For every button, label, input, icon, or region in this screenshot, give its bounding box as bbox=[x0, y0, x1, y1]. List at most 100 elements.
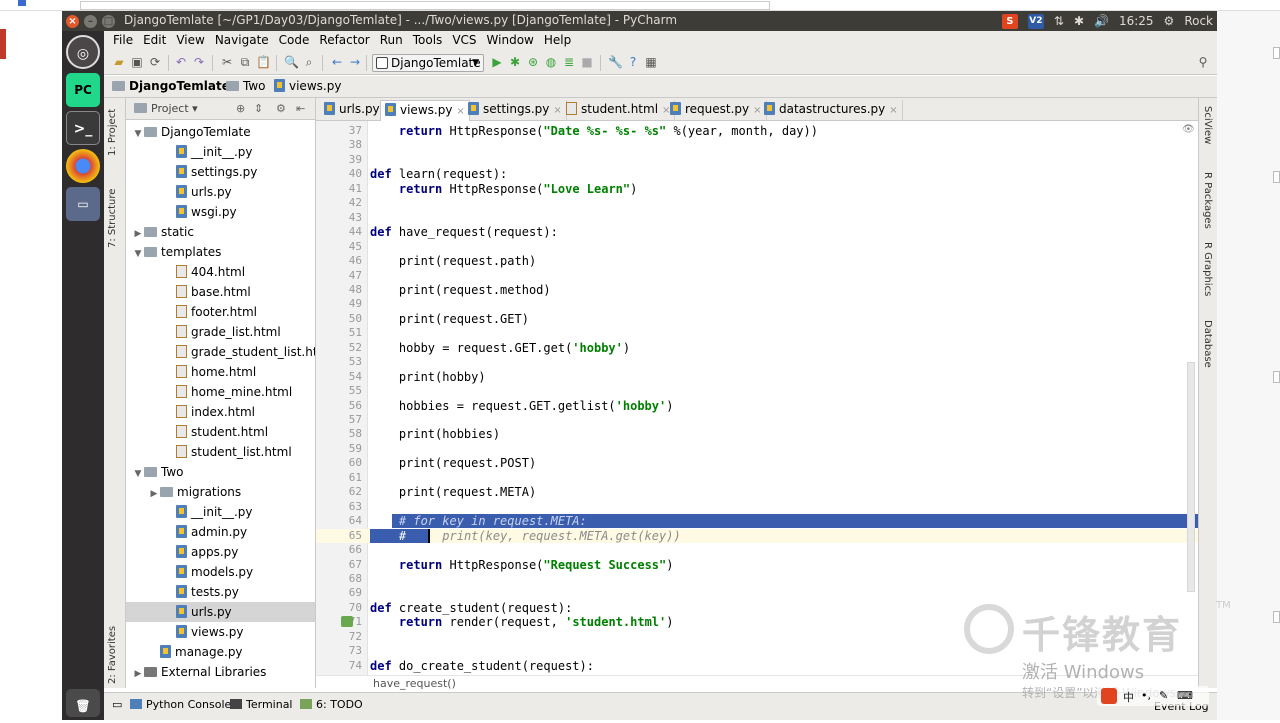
chevron-down-icon[interactable]: ▼ bbox=[132, 244, 144, 264]
vpn-icon[interactable]: V2 bbox=[1027, 13, 1044, 29]
close-window-button[interactable]: × bbox=[66, 15, 79, 28]
settings-wrench-icon[interactable]: 🔧 bbox=[608, 55, 623, 69]
search-everywhere-icon[interactable]: ⚲ bbox=[1196, 55, 1210, 69]
ime-punct-icon[interactable]: •, bbox=[1141, 689, 1151, 702]
code-line[interactable]: return HttpResponse("Request Success") bbox=[370, 558, 674, 572]
ime-mode-icon[interactable]: 中 bbox=[1123, 689, 1134, 705]
chevron-right-icon[interactable]: ▶ bbox=[132, 664, 144, 684]
chevron-right-icon[interactable]: ▶ bbox=[132, 224, 144, 244]
tree-item[interactable]: home_mine.html bbox=[126, 382, 315, 402]
ime-s-icon[interactable]: S bbox=[1001, 13, 1018, 29]
files-icon[interactable]: ▭ bbox=[66, 187, 100, 221]
tree-item[interactable]: __init__.py bbox=[126, 502, 315, 522]
tree-item[interactable]: manage.py bbox=[126, 642, 315, 662]
tree-item[interactable]: ▶ migrations bbox=[126, 482, 315, 504]
menu-edit[interactable]: Edit bbox=[138, 31, 171, 51]
chevron-right-icon[interactable]: ▶ bbox=[148, 484, 160, 504]
terminal-icon[interactable]: >_ bbox=[66, 111, 100, 145]
inspection-eye-icon[interactable]: 👁 bbox=[1182, 124, 1195, 135]
code-line[interactable]: return HttpResponse("Date %s- %s- %s" %(… bbox=[370, 124, 818, 138]
stop-icon[interactable]: ■ bbox=[580, 55, 594, 69]
maximize-window-button[interactable]: □ bbox=[102, 15, 115, 28]
tree-item[interactable]: index.html bbox=[126, 402, 315, 422]
close-tab-icon[interactable]: × bbox=[553, 105, 561, 116]
toggle-tool-windows-icon[interactable]: ▭ bbox=[112, 698, 122, 711]
profile-icon[interactable]: ◍ bbox=[544, 55, 558, 69]
paste-icon[interactable]: 📋 bbox=[256, 55, 271, 69]
ime-mic-icon[interactable]: ✎ bbox=[1159, 689, 1168, 702]
undo-icon[interactable]: ↶ bbox=[174, 55, 188, 69]
menu-view[interactable]: View bbox=[171, 31, 209, 51]
tab-views-py[interactable]: views.py × bbox=[380, 100, 470, 121]
code-editor[interactable]: 37 return HttpResponse("Date %s- %s- %s"… bbox=[316, 121, 1198, 675]
find-icon[interactable]: 🔍 bbox=[284, 55, 299, 69]
menu-tools[interactable]: Tools bbox=[408, 31, 448, 51]
tool-tab-todo[interactable]: 6: TODO bbox=[300, 698, 363, 711]
tree-item[interactable]: student_list.html bbox=[126, 442, 315, 462]
gear-icon[interactable]: ⚙ bbox=[276, 102, 286, 115]
user-name[interactable]: Rock bbox=[1184, 14, 1213, 28]
menu-navigate[interactable]: Navigate bbox=[210, 31, 274, 51]
tab-datastructures-py[interactable]: datastructures.py × bbox=[760, 100, 903, 121]
tool-tab-python-console[interactable]: Python Console bbox=[130, 698, 231, 711]
code-line[interactable]: print(request.GET) bbox=[370, 312, 529, 326]
code-line[interactable]: print(request.META) bbox=[370, 485, 536, 499]
tree-item[interactable]: apps.py bbox=[126, 542, 315, 562]
code-line[interactable]: return HttpResponse("Love Learn") bbox=[370, 182, 637, 196]
open-folder-icon[interactable]: ▰ bbox=[112, 55, 126, 69]
tool-tab-r-graphics[interactable]: R Graphics bbox=[1202, 242, 1213, 296]
concurrency-icon[interactable]: ≣ bbox=[562, 55, 576, 69]
bluetooth-icon[interactable]: ✱ bbox=[1074, 14, 1084, 28]
menu-refactor[interactable]: Refactor bbox=[314, 31, 374, 51]
scroll-from-source-icon[interactable]: ⊕ bbox=[236, 102, 245, 115]
vcs-icon[interactable]: ▦ bbox=[644, 55, 658, 69]
collapse-all-icon[interactable]: ⇕ bbox=[254, 102, 263, 115]
tool-tab-terminal[interactable]: Terminal bbox=[230, 698, 293, 711]
volume-icon[interactable]: 🔊 bbox=[1094, 14, 1109, 28]
network-icon[interactable]: ⇅ bbox=[1054, 14, 1064, 28]
tool-tab-project[interactable]: 1: Project bbox=[107, 104, 118, 156]
tree-item[interactable]: urls.py bbox=[126, 182, 315, 202]
tab-student-html[interactable]: student.html × bbox=[562, 100, 676, 121]
tree-item[interactable]: views.py bbox=[126, 622, 315, 642]
menu-help[interactable]: Help bbox=[539, 31, 576, 51]
tree-item[interactable]: grade_list.html bbox=[126, 322, 315, 342]
tree-item[interactable]: ▶ External Libraries bbox=[126, 662, 315, 684]
code-line[interactable]: print(request.path) bbox=[370, 254, 536, 268]
breadcrumb-folder[interactable]: Two bbox=[226, 79, 266, 93]
chrome-icon[interactable] bbox=[66, 149, 100, 183]
replace-icon[interactable]: ⌕ bbox=[302, 55, 316, 69]
tree-item[interactable]: base.html bbox=[126, 282, 315, 302]
run-configuration-select[interactable]: DjangoTemlate ▼ bbox=[372, 54, 484, 72]
chevron-down-icon[interactable]: ▼ bbox=[132, 124, 144, 144]
tree-item[interactable]: wsgi.py bbox=[126, 202, 315, 222]
forward-icon[interactable]: → bbox=[348, 55, 362, 69]
tree-item[interactable]: admin.py bbox=[126, 522, 315, 542]
tree-item[interactable]: footer.html bbox=[126, 302, 315, 322]
tool-tab-database[interactable]: Database bbox=[1202, 320, 1213, 368]
sogou-ime-icon[interactable] bbox=[1101, 688, 1117, 704]
code-line[interactable]: def do_create_student(request): bbox=[370, 659, 594, 673]
code-line[interactable]: print(hobby) bbox=[370, 370, 486, 384]
settings-gear-icon[interactable]: ⚙ bbox=[1164, 14, 1175, 28]
tool-tab-favorites[interactable]: 2: Favorites bbox=[107, 616, 118, 684]
code-line[interactable]: def learn(request): bbox=[370, 167, 507, 181]
code-line[interactable]: def create_student(request): bbox=[370, 601, 572, 615]
menu-code[interactable]: Code bbox=[274, 31, 315, 51]
cut-icon[interactable]: ✂ bbox=[220, 55, 234, 69]
editor-breadcrumb[interactable]: have_request() bbox=[316, 675, 1198, 690]
ime-keyboard-icon[interactable]: ⌨ bbox=[1177, 689, 1193, 702]
code-line[interactable]: print(hobbies) bbox=[370, 427, 500, 441]
run-icon[interactable]: ▶ bbox=[490, 55, 504, 69]
hide-panel-icon[interactable]: ⇤ bbox=[296, 102, 305, 115]
chevron-down-icon[interactable]: ▼ bbox=[132, 464, 144, 484]
back-icon[interactable]: ← bbox=[330, 55, 344, 69]
menu-window[interactable]: Window bbox=[482, 31, 539, 51]
editor-scrollbar-thumb[interactable] bbox=[1187, 362, 1195, 592]
code-line[interactable]: return render(request, 'student.html') bbox=[370, 615, 674, 629]
tree-item[interactable]: __init__.py bbox=[126, 142, 315, 162]
tree-item[interactable]: models.py bbox=[126, 562, 315, 582]
tree-item[interactable]: ▶ static bbox=[126, 222, 315, 244]
tree-item[interactable]: 404.html bbox=[126, 262, 315, 282]
help-icon[interactable]: ? bbox=[626, 55, 640, 69]
